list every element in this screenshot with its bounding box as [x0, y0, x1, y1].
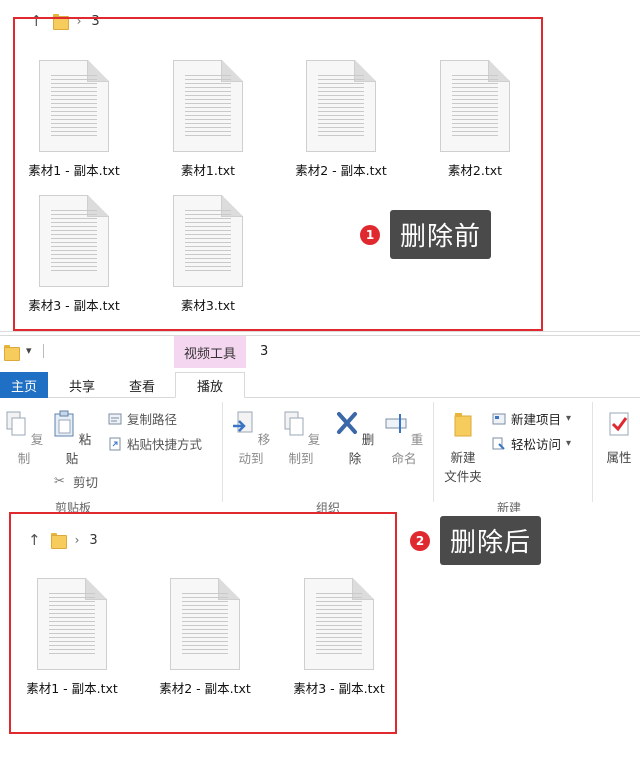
callout-label: 删除后 [440, 516, 542, 565]
tab-view[interactable]: 查看 [116, 372, 168, 398]
scissors-icon: ✂ [54, 473, 65, 489]
delete-x-icon [336, 412, 357, 434]
new-item-icon [492, 413, 506, 424]
group-separator [433, 402, 434, 502]
callout-label: 删除前 [390, 210, 492, 259]
before-callout: 1 删除前 [360, 210, 492, 259]
ribbon: ▾ 视频工具 3 主页 共享 查看 播放 复制 粘贴 复制路径 粘贴快捷方式 ✂ [0, 335, 640, 515]
new-folder-button[interactable]: 新建 文件夹 [440, 410, 486, 485]
paste-button[interactable]: 粘贴 [50, 410, 94, 467]
properties-button[interactable]: 属性 [600, 410, 638, 466]
group-separator [592, 402, 593, 502]
after-highlight-box [9, 512, 397, 734]
rename-button[interactable]: 重命名 [380, 410, 428, 467]
new-item-button[interactable]: 新建项目 ▾ [492, 409, 571, 428]
copy-icon [6, 411, 26, 436]
tab-play[interactable]: 播放 [175, 372, 245, 398]
video-tools-context-tab[interactable]: 视频工具 [174, 336, 246, 368]
quick-access-dropdown-icon[interactable]: ▾ [26, 344, 32, 357]
title-bar: ▾ 视频工具 3 [0, 336, 640, 368]
clipboard-icon [54, 410, 74, 437]
paste-shortcut-icon [109, 437, 121, 450]
copy-button[interactable]: 复制 [4, 410, 44, 467]
copy-path-icon [108, 413, 122, 424]
tab-home[interactable]: 主页 [0, 372, 48, 398]
new-folder-icon [454, 413, 472, 437]
move-to-button[interactable]: 移动到 [228, 410, 274, 467]
window-title: 3 [260, 344, 269, 359]
before-highlight-box [13, 17, 543, 331]
title-divider [43, 344, 44, 358]
ribbon-tabs: 主页 共享 查看 播放 [0, 372, 640, 398]
properties-check-icon [609, 412, 629, 436]
after-callout: 2 删除后 [410, 516, 542, 565]
chevron-down-icon: ▾ [566, 438, 572, 449]
copy-path-button[interactable]: 复制路径 [108, 409, 177, 428]
chevron-down-icon: ▾ [566, 413, 572, 424]
copy-to-button[interactable]: 复制到 [278, 410, 324, 467]
paste-shortcut-button[interactable]: 粘贴快捷方式 [108, 434, 202, 453]
copy-to-icon [284, 411, 304, 436]
easy-access-button[interactable]: 轻松访问 ▾ [492, 434, 571, 453]
tab-share[interactable]: 共享 [58, 372, 106, 398]
step-number-badge: 2 [410, 530, 430, 551]
delete-button[interactable]: 删除 [335, 410, 375, 467]
group-separator [222, 402, 223, 502]
step-number-badge: 1 [360, 224, 380, 245]
rename-icon [385, 414, 407, 433]
move-to-icon [232, 411, 253, 433]
cut-button[interactable]: ✂ 剪切 [54, 472, 98, 491]
easy-access-icon [492, 437, 505, 450]
